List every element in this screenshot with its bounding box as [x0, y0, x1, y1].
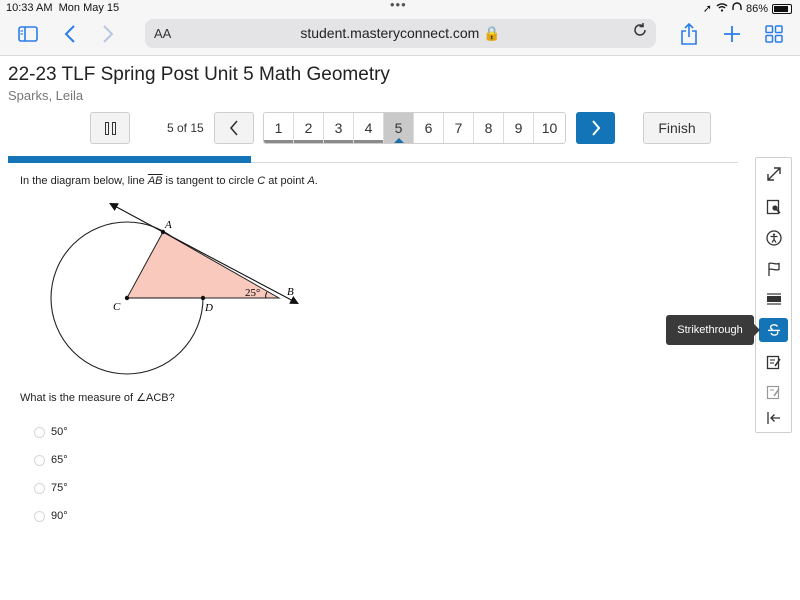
page-button-9[interactable]: 9: [504, 113, 534, 143]
status-time: 10:33 AM Mon May 15: [6, 2, 120, 14]
page-button-8[interactable]: 8: [474, 113, 504, 143]
page-button-5[interactable]: 5: [384, 113, 414, 143]
page-button-1[interactable]: 1: [264, 113, 294, 143]
highlighter-icon[interactable]: [759, 380, 788, 404]
page-title: 22-23 TLF Spring Post Unit 5 Math Geomet…: [8, 64, 390, 85]
label-b: B: [287, 286, 294, 298]
tool-palette: [755, 157, 792, 433]
page-button-3[interactable]: 3: [324, 113, 354, 143]
notepad-icon[interactable]: [759, 350, 788, 374]
multitask-dots[interactable]: •••: [390, 0, 407, 12]
radio-button[interactable]: [34, 510, 45, 522]
answer-choice[interactable]: 65°: [34, 446, 68, 474]
point-c: [124, 295, 130, 301]
chevron-right-icon: [591, 120, 600, 136]
pause-icon: [104, 121, 109, 135]
progress-bar: [8, 156, 738, 163]
previous-question-button[interactable]: [214, 112, 254, 144]
forward-icon[interactable]: [96, 22, 120, 46]
tabs-overview-icon[interactable]: [762, 22, 786, 46]
point-d: [200, 295, 206, 301]
battery-icon: [772, 3, 792, 14]
headphones-icon: [732, 2, 742, 15]
strikethrough-icon[interactable]: [759, 318, 788, 342]
label-c: C: [113, 301, 121, 313]
page-button-6[interactable]: 6: [414, 113, 444, 143]
page-button-7[interactable]: 7: [444, 113, 474, 143]
sidebar-icon[interactable]: [16, 22, 40, 46]
address-bar[interactable]: AA student.masteryconnect.com 🔒: [145, 19, 656, 48]
status-bar: 10:33 AM Mon May 15 ••• ➚ 86%: [0, 0, 800, 16]
pause-button[interactable]: [90, 112, 130, 144]
share-icon[interactable]: [677, 22, 701, 46]
url-text[interactable]: student.masteryconnect.com 🔒: [145, 25, 656, 42]
answer-choice-label: 65°: [51, 454, 68, 466]
tangent-line-ab-extension: [109, 202, 164, 233]
next-question-button[interactable]: [576, 112, 615, 144]
page-button-10[interactable]: 10: [534, 113, 565, 143]
radio-button[interactable]: [34, 482, 45, 494]
question-prompt: In the diagram below, line AB is tangent…: [20, 175, 318, 187]
strikethrough-tooltip: Strikethrough: [666, 315, 760, 345]
label-d: D: [204, 302, 213, 314]
pause-icon: [111, 121, 116, 135]
chevron-left-icon: [229, 120, 238, 136]
answer-choice[interactable]: 90°: [34, 502, 68, 530]
question-pager: 1 2 3 4 5 6 7 8 9 10: [263, 112, 566, 144]
expand-icon[interactable]: [759, 162, 788, 186]
student-name: Sparks, Leila: [8, 88, 84, 103]
battery-percent: 86%: [745, 2, 768, 15]
status-right: ➚ 86%: [703, 2, 792, 15]
collapse-tools-icon[interactable]: [759, 406, 788, 430]
finish-button[interactable]: Finish: [643, 112, 711, 144]
progress-fill: [8, 156, 252, 163]
accessibility-icon[interactable]: [759, 226, 788, 250]
answer-choice-label: 50°: [51, 426, 68, 438]
flag-icon[interactable]: [759, 257, 788, 281]
answer-choice-label: 90°: [51, 510, 68, 522]
answer-choice[interactable]: 50°: [34, 418, 68, 446]
answer-choice[interactable]: 75°: [34, 474, 68, 502]
geometry-diagram: A B C D 25°: [50, 202, 299, 375]
magnifier-icon[interactable]: [759, 195, 788, 219]
angle-label: 25°: [245, 287, 260, 299]
question-count: 5 of 15: [167, 121, 204, 135]
page-button-4[interactable]: 4: [354, 113, 384, 143]
radio-button[interactable]: [34, 426, 45, 438]
wifi-icon: [716, 2, 728, 15]
line-reader-icon[interactable]: [759, 287, 788, 311]
question-ask: What is the measure of ∠ACB?: [20, 392, 175, 404]
back-icon[interactable]: [58, 22, 82, 46]
reload-icon[interactable]: [632, 22, 648, 43]
answer-choices: 50° 65° 75° 90°: [34, 418, 68, 530]
browser-chrome: 10:33 AM Mon May 15 ••• ➚ 86% AA student…: [0, 0, 800, 56]
new-tab-icon[interactable]: [720, 22, 744, 46]
label-a: A: [164, 219, 172, 231]
segment-ab: AB: [147, 175, 163, 187]
radio-button[interactable]: [34, 454, 45, 466]
answer-choice-label: 75°: [51, 482, 68, 494]
page-button-2[interactable]: 2: [294, 113, 324, 143]
location-icon: ➚: [702, 3, 712, 15]
